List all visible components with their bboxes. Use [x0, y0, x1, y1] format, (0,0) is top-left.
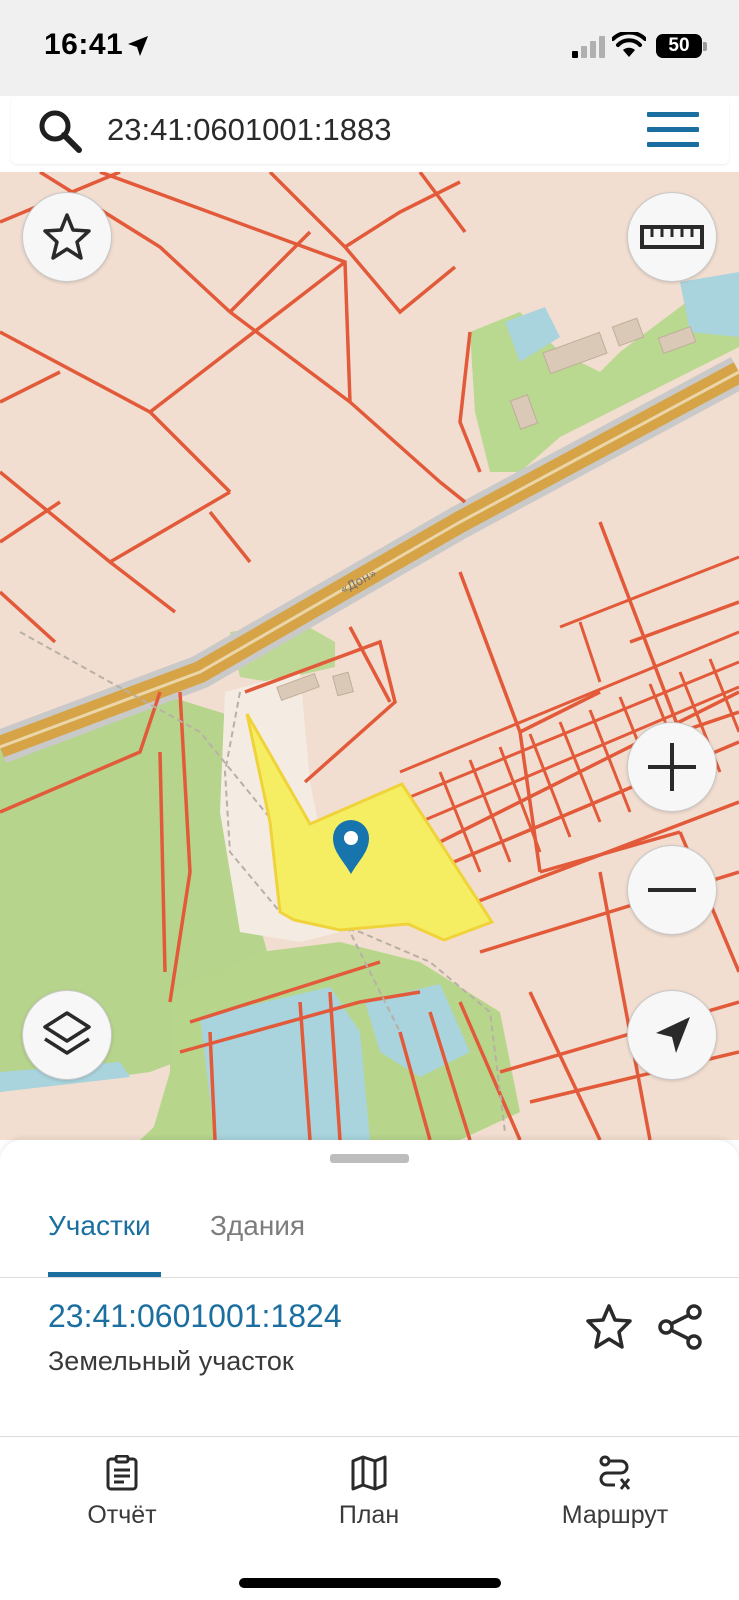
search-icon[interactable]: [37, 108, 83, 154]
nav-route-label: Маршрут: [561, 1501, 669, 1529]
favorites-button[interactable]: [22, 192, 112, 282]
home-indicator[interactable]: [239, 1578, 501, 1588]
status-time: 16:41: [44, 28, 124, 61]
my-location-button[interactable]: [627, 990, 717, 1080]
cellular-signal-icon: [572, 36, 605, 58]
location-arrow-icon: [128, 36, 148, 56]
star-outline-icon: [43, 213, 91, 260]
nav-report[interactable]: Отчёт: [22, 1455, 222, 1530]
tab-bar: Участки Здания: [0, 1180, 739, 1278]
zoom-out-button[interactable]: [627, 845, 717, 935]
ruler-button[interactable]: [627, 192, 717, 282]
hamburger-menu-icon[interactable]: [647, 110, 699, 150]
route-icon: [599, 1455, 631, 1490]
nav-plan-label: План: [338, 1501, 400, 1529]
star-outline-icon[interactable]: [584, 1302, 634, 1352]
result-parcel-type: Земельный участок: [48, 1346, 294, 1376]
tab-parcels[interactable]: Участки: [48, 1210, 151, 1242]
cadastral-map[interactable]: «Дон»: [0, 172, 739, 1140]
map-view[interactable]: «Дон»: [0, 172, 739, 1140]
active-tab-indicator: [48, 1272, 161, 1277]
narrow-parcel-grid: [399, 555, 739, 873]
minus-icon: [648, 888, 696, 892]
navigation-arrow-icon: [656, 1017, 690, 1053]
ruler-icon: [640, 225, 704, 249]
result-parcel-number[interactable]: 23:41:0601001:1824: [48, 1298, 342, 1335]
nav-plan[interactable]: План: [269, 1455, 469, 1530]
map-icon: [351, 1455, 387, 1491]
sheet-handle[interactable]: [330, 1154, 409, 1163]
search-input[interactable]: [107, 110, 587, 150]
nav-route[interactable]: Маршрут: [515, 1455, 715, 1530]
zoom-in-button[interactable]: [627, 722, 717, 812]
share-icon[interactable]: [656, 1302, 706, 1352]
wifi-icon: [612, 32, 646, 57]
battery-level: 50: [668, 35, 690, 56]
status-bar: 16:41 50: [0, 0, 739, 96]
battery-tip: [703, 42, 707, 51]
bottom-sheet[interactable]: Участки Здания 23:41:0601001:1824 Земель…: [0, 1140, 739, 1436]
tab-buildings[interactable]: Здания: [210, 1210, 305, 1242]
nav-report-label: Отчёт: [87, 1501, 157, 1529]
layers-icon: [43, 1011, 91, 1055]
search-bar: [11, 96, 729, 164]
bottom-navigation: Отчёт План Маршрут: [0, 1436, 739, 1600]
plus-icon: [648, 743, 696, 791]
layers-button[interactable]: [22, 990, 112, 1080]
clipboard-icon: [106, 1455, 138, 1491]
